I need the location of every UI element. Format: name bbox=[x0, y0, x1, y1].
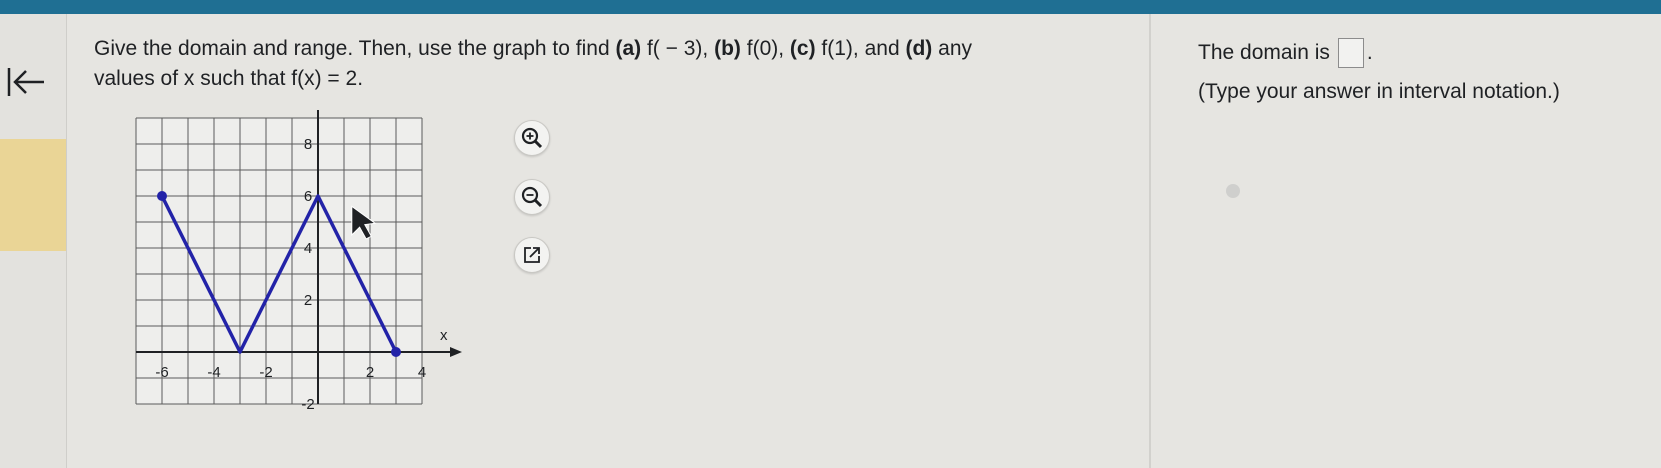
panel-divider bbox=[1149, 14, 1151, 468]
grid-background bbox=[136, 118, 422, 404]
external-link-icon bbox=[524, 247, 540, 263]
part-c-text: f(1), and bbox=[815, 37, 906, 60]
x-tick-label: 4 bbox=[418, 364, 426, 381]
part-d-label: (d) bbox=[905, 37, 933, 60]
question-line-1: Give the domain and range. Then, use the… bbox=[94, 34, 1094, 64]
collapse-back-icon[interactable] bbox=[6, 64, 46, 100]
domain-answer-input[interactable] bbox=[1337, 38, 1364, 68]
zoom-out-button[interactable] bbox=[514, 179, 550, 215]
x-tick-label: -6 bbox=[155, 364, 168, 381]
x-axis-label: x bbox=[440, 327, 448, 344]
part-a-text: f( − 3), bbox=[641, 37, 715, 60]
popout-button[interactable] bbox=[514, 237, 550, 273]
left-rail bbox=[0, 14, 67, 468]
y-tick-label: -2 bbox=[301, 396, 314, 413]
part-d-text: any bbox=[932, 37, 973, 60]
x-tick-label: -4 bbox=[207, 364, 220, 381]
part-c-label: (c) bbox=[789, 37, 816, 60]
part-a-label: (a) bbox=[615, 37, 642, 60]
zoom-in-button[interactable] bbox=[514, 120, 550, 156]
function-graph: xy-6-4-224-22468 bbox=[135, 110, 462, 413]
endpoint-dot bbox=[157, 191, 167, 201]
rail-tab[interactable] bbox=[0, 139, 66, 251]
top-bar bbox=[0, 0, 1661, 14]
zoom-in-icon bbox=[521, 127, 543, 149]
x-tick-label: -2 bbox=[259, 364, 272, 381]
y-tick-label: 4 bbox=[304, 240, 312, 257]
part-b-text: f(0), bbox=[740, 37, 790, 60]
domain-prompt: The domain is bbox=[1198, 41, 1330, 64]
x-tick-label: 2 bbox=[366, 364, 374, 381]
endpoint-dot bbox=[391, 347, 401, 357]
x-axis-arrow bbox=[450, 347, 462, 357]
answer-panel: The domain is . (Type your answer in int… bbox=[1198, 38, 1560, 107]
y-tick-label: 8 bbox=[304, 136, 312, 153]
part-b-label: (b) bbox=[714, 37, 741, 60]
zoom-out-icon bbox=[521, 186, 543, 208]
prompt-period: . bbox=[1366, 41, 1373, 64]
question-intro: Give the domain and range. Then, use the… bbox=[94, 37, 616, 60]
background-dot bbox=[1226, 184, 1240, 198]
y-tick-label: 2 bbox=[304, 292, 312, 309]
question-text: Give the domain and range. Then, use the… bbox=[94, 34, 1094, 94]
interval-notation-hint: (Type your answer in interval notation.) bbox=[1198, 80, 1560, 103]
question-line-2: values of x such that f(x) = 2. bbox=[94, 67, 364, 90]
y-tick-label: 6 bbox=[304, 188, 312, 205]
